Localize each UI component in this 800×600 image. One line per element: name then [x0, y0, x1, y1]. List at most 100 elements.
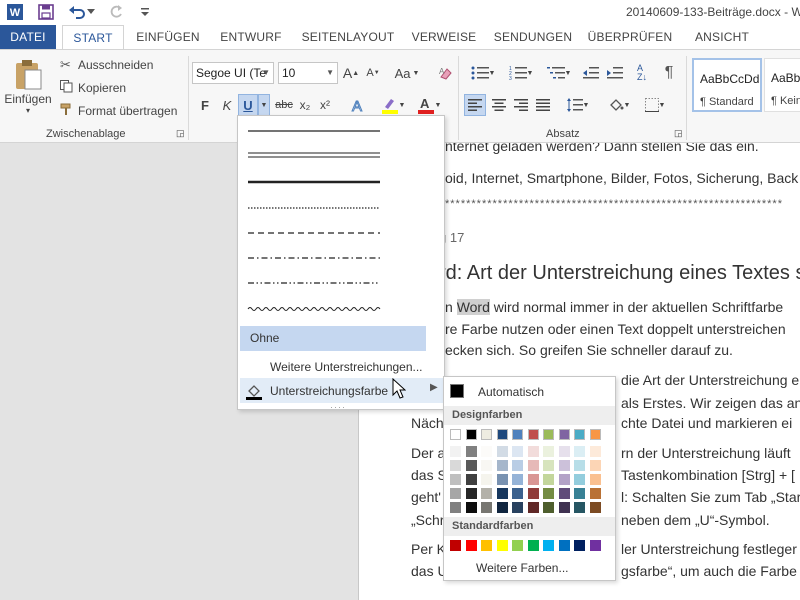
- save-icon[interactable]: [35, 2, 57, 22]
- theme-color-tint-swatch[interactable]: [527, 446, 539, 457]
- underline-option-none[interactable]: Ohne: [240, 326, 426, 351]
- automatic-color-label[interactable]: Automatisch: [478, 385, 544, 399]
- theme-color-tint-swatch[interactable]: [558, 488, 570, 499]
- customize-qat-icon[interactable]: [134, 2, 156, 22]
- standard-color-swatch[interactable]: [481, 540, 492, 551]
- theme-color-tint-swatch[interactable]: [589, 488, 601, 499]
- theme-color-tint-swatch[interactable]: [543, 488, 554, 499]
- theme-color-tint-swatch[interactable]: [465, 488, 477, 499]
- theme-color-tint-swatch[interactable]: [496, 502, 508, 513]
- theme-color-tint-swatch[interactable]: [527, 502, 539, 513]
- numbering-button[interactable]: 123 ▼: [504, 62, 538, 84]
- standard-color-swatch[interactable]: [589, 540, 601, 551]
- paste-button[interactable]: Einfügen ▾: [4, 54, 52, 118]
- shrink-font-button[interactable]: A ▼: [364, 62, 382, 84]
- increase-indent-button[interactable]: [604, 62, 626, 84]
- theme-color-tint-swatch[interactable]: [543, 446, 554, 457]
- theme-color-tint-swatch[interactable]: [450, 488, 461, 499]
- theme-color-tint-swatch[interactable]: [496, 446, 508, 457]
- undo-dropdown-icon[interactable]: [86, 2, 96, 22]
- standard-color-swatch[interactable]: [574, 540, 585, 551]
- tab-entwurf[interactable]: ENTWURF: [215, 25, 287, 49]
- theme-color-swatch[interactable]: [589, 429, 601, 440]
- theme-color-tint-swatch[interactable]: [481, 474, 492, 485]
- theme-color-tint-swatch[interactable]: [574, 488, 585, 499]
- font-name-combo[interactable]: Segoe UI (Te ▼: [192, 62, 274, 84]
- font-color-button[interactable]: A ▼: [414, 94, 444, 116]
- theme-color-tint-swatch[interactable]: [574, 474, 585, 485]
- theme-color-tint-swatch[interactable]: [496, 460, 508, 471]
- theme-color-tint-swatch[interactable]: [512, 502, 523, 513]
- theme-color-tint-swatch[interactable]: [527, 488, 539, 499]
- standard-color-swatch[interactable]: [527, 540, 539, 551]
- theme-color-tint-swatch[interactable]: [481, 460, 492, 471]
- theme-color-tint-swatch[interactable]: [450, 460, 461, 471]
- underline-option-single[interactable]: [246, 119, 382, 143]
- theme-color-tint-swatch[interactable]: [450, 446, 461, 457]
- theme-color-tint-swatch[interactable]: [512, 488, 523, 499]
- underline-option-thick[interactable]: [246, 170, 382, 194]
- theme-color-swatch[interactable]: [527, 429, 539, 440]
- tab-verweise[interactable]: VERWEISE: [408, 25, 480, 49]
- theme-color-tint-swatch[interactable]: [589, 446, 601, 457]
- theme-color-tint-swatch[interactable]: [589, 502, 601, 513]
- show-formatting-button[interactable]: ¶: [658, 62, 680, 84]
- theme-color-tint-swatch[interactable]: [543, 502, 554, 513]
- shading-button[interactable]: ▼: [604, 94, 634, 116]
- automatic-color-swatch[interactable]: [450, 384, 464, 398]
- clipboard-dialog-launcher-icon[interactable]: ◲: [176, 128, 185, 139]
- style-standard[interactable]: AaBbCcDd ¶ Standard: [692, 58, 762, 112]
- more-underlines-item[interactable]: Weitere Unterstreichungen...: [270, 360, 423, 374]
- underline-option-dash-dot-dot[interactable]: [246, 271, 382, 295]
- bullets-button[interactable]: ▼: [466, 62, 500, 84]
- tab-start[interactable]: START: [62, 25, 124, 50]
- change-case-button[interactable]: Aa ▼: [392, 62, 422, 84]
- clear-formatting-button[interactable]: A: [434, 62, 456, 84]
- tab-sendungen[interactable]: SENDUNGEN: [490, 25, 576, 49]
- theme-color-tint-swatch[interactable]: [450, 502, 461, 513]
- theme-color-tint-swatch[interactable]: [465, 502, 477, 513]
- theme-color-swatch[interactable]: [481, 429, 492, 440]
- undo-icon[interactable]: [66, 2, 88, 22]
- line-spacing-button[interactable]: ▼: [562, 94, 594, 116]
- underline-option-dashed[interactable]: [246, 221, 382, 245]
- underline-option-double[interactable]: [246, 143, 382, 167]
- justify-button[interactable]: [532, 94, 554, 116]
- highlight-color-button[interactable]: ▼: [378, 94, 408, 116]
- theme-color-swatch[interactable]: [450, 429, 461, 440]
- tab-ansicht[interactable]: ANSICHT: [686, 25, 758, 49]
- bold-button[interactable]: F: [196, 94, 214, 116]
- tab-seitenlayout[interactable]: SEITENLAYOUT: [296, 25, 400, 49]
- theme-color-tint-swatch[interactable]: [558, 474, 570, 485]
- theme-color-tint-swatch[interactable]: [574, 446, 585, 457]
- strikethrough-button[interactable]: abc: [273, 94, 295, 116]
- tab-einfuegen[interactable]: EINFÜGEN: [130, 25, 206, 49]
- theme-color-tint-swatch[interactable]: [512, 474, 523, 485]
- theme-color-tint-swatch[interactable]: [481, 488, 492, 499]
- font-size-combo[interactable]: 10 ▼: [278, 62, 338, 84]
- italic-button[interactable]: K: [218, 94, 236, 116]
- theme-color-swatch[interactable]: [543, 429, 554, 440]
- style-kein-leerraum[interactable]: AaBbCcDd ¶ Kein: [764, 58, 800, 112]
- theme-color-tint-swatch[interactable]: [465, 474, 477, 485]
- underline-dropdown-arrow[interactable]: ▼: [258, 94, 270, 116]
- sort-button[interactable]: A Z↓: [630, 62, 654, 84]
- format-painter-button[interactable]: Format übertragen: [60, 101, 177, 121]
- text-effects-button[interactable]: A: [347, 94, 371, 116]
- theme-color-tint-swatch[interactable]: [496, 474, 508, 485]
- borders-button[interactable]: ▼: [640, 94, 670, 116]
- theme-color-tint-swatch[interactable]: [512, 460, 523, 471]
- standard-color-swatch[interactable]: [465, 540, 477, 551]
- superscript-button[interactable]: x²: [316, 94, 334, 116]
- theme-color-tint-swatch[interactable]: [574, 460, 585, 471]
- theme-color-tint-swatch[interactable]: [481, 446, 492, 457]
- decrease-indent-button[interactable]: [580, 62, 602, 84]
- cut-button[interactable]: ✂ Ausschneiden: [60, 55, 153, 75]
- underline-option-dash-dot[interactable]: [246, 246, 382, 270]
- underline-color-item[interactable]: Unterstreichungsfarbe ▶: [240, 378, 444, 403]
- underline-option-dotted[interactable]: [246, 196, 382, 220]
- standard-color-swatch[interactable]: [543, 540, 554, 551]
- redo-icon[interactable]: [105, 2, 127, 22]
- theme-color-tint-swatch[interactable]: [527, 474, 539, 485]
- align-left-button[interactable]: [464, 94, 486, 116]
